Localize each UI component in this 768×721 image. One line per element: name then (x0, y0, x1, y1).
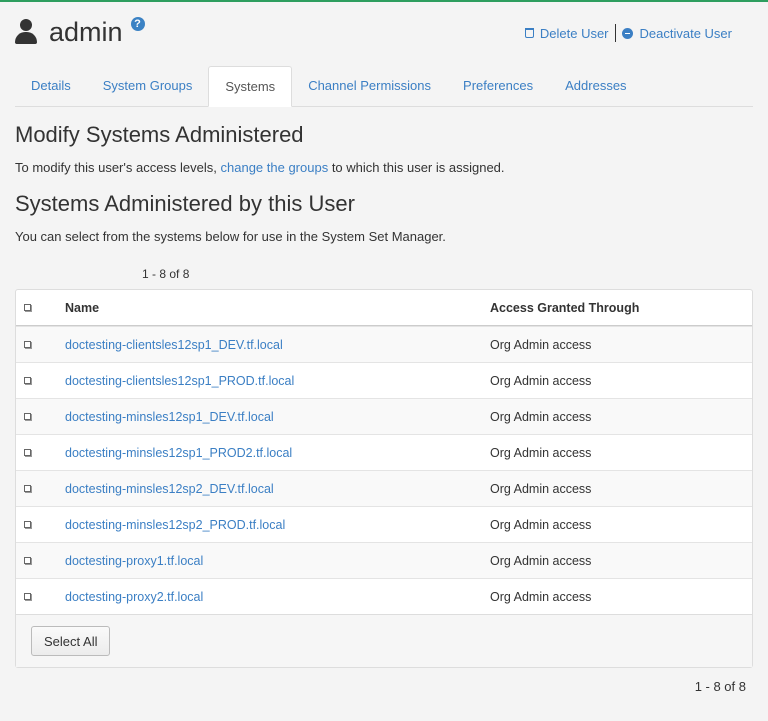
row-checkbox[interactable] (24, 413, 31, 420)
tab-addresses[interactable]: Addresses (549, 66, 642, 105)
row-checkbox[interactable] (24, 557, 31, 564)
tab-bar: Details System Groups Systems Channel Pe… (15, 66, 753, 107)
delete-user-link[interactable]: Delete User (524, 25, 609, 41)
modify-heading: Modify Systems Administered (15, 122, 304, 147)
access-cell: Org Admin access (490, 337, 592, 352)
page-title: admin (49, 16, 123, 47)
table-row: doctesting-minsles12sp1_PROD2.tf.local O… (16, 434, 752, 470)
action-separator (614, 24, 616, 42)
user-icon (15, 19, 37, 45)
table-footer: Select All (16, 614, 752, 667)
administered-description: You can select from the systems below fo… (15, 229, 446, 244)
modify-text-after: to which this user is assigned. (328, 160, 505, 175)
table-row: doctesting-minsles12sp2_PROD.tf.local Or… (16, 506, 752, 542)
row-checkbox[interactable] (24, 521, 31, 528)
access-cell: Org Admin access (490, 409, 592, 424)
access-cell: Org Admin access (490, 481, 592, 496)
header-actions: Delete User Deactivate User (524, 24, 732, 42)
table-row: doctesting-proxy2.tf.local Org Admin acc… (16, 578, 752, 614)
row-checkbox[interactable] (24, 377, 31, 384)
pager-top: 1 - 8 of 8 (142, 267, 190, 281)
system-name-link[interactable]: doctesting-minsles12sp1_DEV.tf.local (65, 410, 490, 424)
delete-user-label: Delete User (539, 25, 609, 41)
tab-system-groups[interactable]: System Groups (87, 66, 209, 105)
pager-bottom: 1 - 8 of 8 (694, 679, 746, 694)
system-name-link[interactable]: doctesting-proxy1.tf.local (65, 554, 490, 568)
change-groups-link[interactable]: change the groups (221, 160, 329, 175)
select-all-checkbox[interactable] (24, 304, 31, 311)
system-name-link[interactable]: doctesting-minsles12sp1_PROD2.tf.local (65, 446, 490, 460)
system-name-link[interactable]: doctesting-minsles12sp2_DEV.tf.local (65, 482, 490, 496)
row-checkbox[interactable] (24, 593, 31, 600)
modify-text-before: To modify this user's access levels, (15, 160, 221, 175)
row-checkbox[interactable] (24, 449, 31, 456)
system-name-link[interactable]: doctesting-clientsles12sp1_DEV.tf.local (65, 338, 490, 352)
minus-circle-icon (621, 27, 633, 39)
table-header-row: Name Access Granted Through (16, 290, 752, 326)
access-cell: Org Admin access (490, 517, 592, 532)
table-row: doctesting-minsles12sp1_DEV.tf.local Org… (16, 398, 752, 434)
column-header-name[interactable]: Name (65, 301, 490, 315)
system-name-link[interactable]: doctesting-clientsles12sp1_PROD.tf.local (65, 374, 490, 388)
system-name-link[interactable]: doctesting-proxy2.tf.local (65, 590, 490, 604)
select-all-button[interactable]: Select All (31, 626, 111, 656)
column-header-access: Access Granted Through (490, 300, 640, 315)
table-row: doctesting-minsles12sp2_DEV.tf.local Org… (16, 470, 752, 506)
access-cell: Org Admin access (490, 373, 592, 388)
row-checkbox[interactable] (24, 485, 31, 492)
deactivate-user-link[interactable]: Deactivate User (621, 25, 732, 41)
trash-icon (524, 28, 534, 38)
table-row: doctesting-clientsles12sp1_DEV.tf.local … (16, 326, 752, 362)
tab-preferences[interactable]: Preferences (447, 66, 549, 105)
page: admin ? Delete User Deactivate User Deta… (0, 0, 768, 721)
tab-channel-permissions[interactable]: Channel Permissions (292, 66, 447, 105)
deactivate-user-label: Deactivate User (639, 25, 732, 41)
systems-table: Name Access Granted Through doctesting-c… (15, 289, 753, 668)
administered-heading: Systems Administered by this User (15, 191, 355, 216)
access-cell: Org Admin access (490, 445, 592, 460)
table-row: doctesting-proxy1.tf.local Org Admin acc… (16, 542, 752, 578)
top-accent-line (0, 0, 768, 2)
page-header: admin ? (15, 14, 145, 50)
access-cell: Org Admin access (490, 589, 592, 604)
access-cell: Org Admin access (490, 553, 592, 568)
tab-systems[interactable]: Systems (208, 66, 293, 107)
modify-description: To modify this user's access levels, cha… (15, 160, 505, 175)
table-row: doctesting-clientsles12sp1_PROD.tf.local… (16, 362, 752, 398)
row-checkbox[interactable] (24, 341, 31, 348)
tab-details[interactable]: Details (15, 66, 87, 105)
system-name-link[interactable]: doctesting-minsles12sp2_PROD.tf.local (65, 518, 490, 532)
help-icon[interactable]: ? (130, 17, 145, 31)
